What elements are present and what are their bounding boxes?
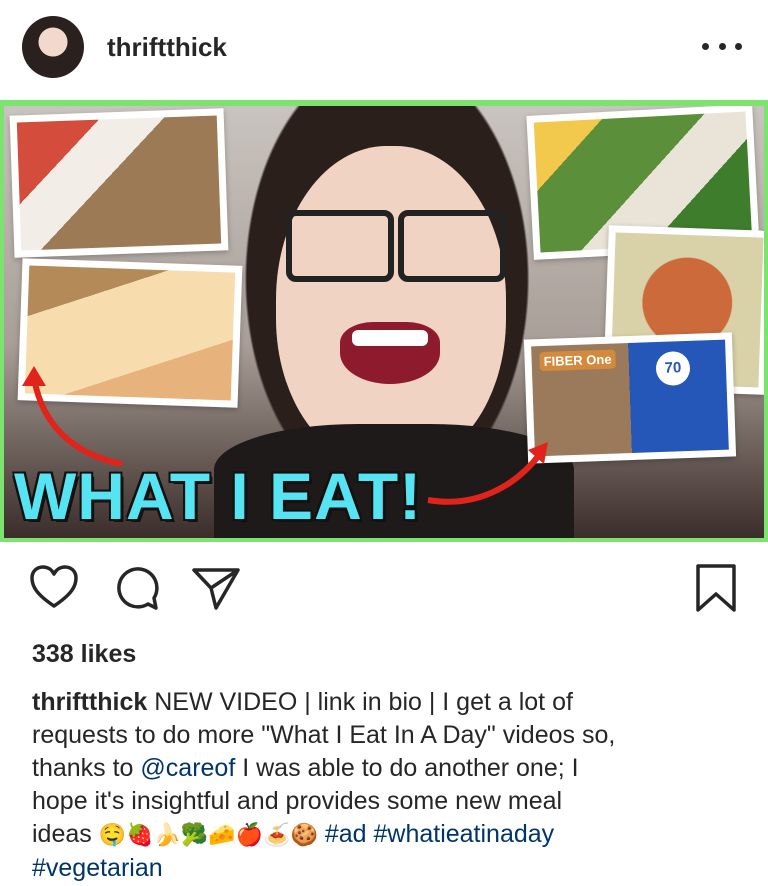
caption-text: hope it's insightful and provides some n… — [32, 787, 563, 815]
person-face — [276, 146, 506, 466]
post-header: thriftthick — [0, 0, 768, 100]
snack-brand-label: FIBER One — [539, 349, 616, 372]
comment-icon[interactable] — [110, 562, 162, 614]
food-photo-yogurt — [9, 108, 229, 258]
heart-icon[interactable] — [28, 562, 80, 614]
action-bar — [0, 556, 768, 620]
caption-mention[interactable]: @careof — [140, 754, 235, 782]
post-username[interactable]: thriftthick — [107, 32, 227, 63]
caption-text: ideas — [32, 820, 99, 848]
more-dot — [735, 42, 742, 50]
caption-text: I was able to do another one; I — [235, 754, 579, 782]
caption-text: requests to do more "What I Eat In A Day… — [32, 721, 616, 749]
post-image[interactable]: FIBER One 70 WHAT I EAT! — [0, 100, 768, 542]
thumbnail-headline: WHAT I EAT! — [14, 459, 423, 533]
bookmark-icon[interactable] — [690, 562, 742, 614]
more-dot — [702, 42, 709, 50]
share-icon[interactable] — [190, 562, 242, 614]
person-glasses — [274, 210, 506, 282]
caption-emojis: 🤤🍓🍌🥦🧀🍎🍝🍪 — [98, 823, 318, 848]
caption-username[interactable]: thriftthick — [32, 688, 147, 716]
post-caption: thriftthick NEW VIDEO | link in bio | I … — [32, 686, 740, 885]
food-photo-snacks: FIBER One 70 — [523, 332, 737, 464]
thumbnail-background: FIBER One 70 WHAT I EAT! — [4, 106, 764, 538]
hashtag-whatieatinaday[interactable]: #whatieatinaday — [373, 820, 554, 848]
avatar[interactable] — [22, 16, 84, 78]
more-options-icon[interactable] — [702, 36, 742, 56]
hashtag-vegetarian[interactable]: #vegetarian — [32, 854, 163, 882]
hashtag-ad[interactable]: #ad — [325, 820, 367, 848]
more-dot — [718, 42, 726, 50]
likes-count[interactable]: 338 likes — [32, 640, 136, 669]
red-arrow-right — [427, 442, 548, 505]
person-mouth — [340, 322, 440, 384]
caption-text: NEW VIDEO | link in bio | I get a lot of — [147, 688, 573, 716]
caption-text: thanks to — [32, 754, 141, 782]
snack-calorie-badge: 70 — [655, 350, 691, 387]
